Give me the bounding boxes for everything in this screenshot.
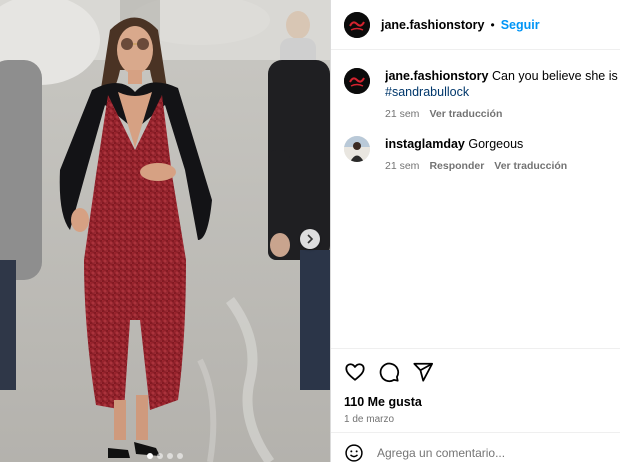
comment-item: instaglamday Gorgeous 21 sem Responder V…	[344, 136, 620, 172]
author-username[interactable]: jane.fashionstory	[381, 18, 485, 32]
post-header: jane.fashionstory • Seguir	[331, 0, 620, 50]
comment-text: Can you believe she is 60 years	[491, 69, 620, 83]
fashion-logo-icon	[344, 68, 370, 94]
hashtag-link[interactable]: #sandrabullock	[385, 84, 620, 100]
street-photo-scene	[0, 0, 330, 462]
caption-comment: jane.fashionstory Can you believe she is…	[344, 68, 620, 120]
comment-body: jane.fashionstory Can you believe she is…	[385, 68, 620, 120]
carousel-dot	[157, 453, 163, 459]
comment-body: instaglamday Gorgeous 21 sem Responder V…	[385, 136, 620, 172]
comment-text-line: jane.fashionstory Can you believe she is…	[385, 68, 620, 84]
comment-meta: 21 sem Ver traducción	[385, 108, 620, 120]
comment-username[interactable]: instaglamday	[385, 137, 465, 151]
comment-username[interactable]: jane.fashionstory	[385, 69, 489, 83]
reply-link[interactable]: Responder	[429, 160, 484, 172]
likes-count[interactable]: 110 Me gusta	[331, 395, 620, 409]
carousel-dot	[177, 453, 183, 459]
add-comment-bar	[331, 432, 620, 462]
translate-link[interactable]: Ver traducción	[429, 108, 502, 120]
comment-time[interactable]: 21 sem	[385, 160, 419, 172]
post-actions: 110 Me gusta 1 de marzo	[331, 348, 620, 425]
post-date[interactable]: 1 de marzo	[331, 414, 620, 425]
comment-text-line: instaglamday Gorgeous	[385, 136, 620, 152]
carousel-indicator	[0, 453, 330, 459]
fashion-logo-icon	[344, 11, 370, 38]
share-icon[interactable]	[412, 361, 434, 383]
chevron-right-icon	[307, 234, 314, 244]
carousel-dot	[167, 453, 173, 459]
comment-meta: 21 sem Responder Ver traducción	[385, 160, 620, 172]
heart-icon[interactable]	[344, 361, 366, 383]
comment-input[interactable]	[377, 445, 577, 460]
commenter-avatar[interactable]	[344, 136, 370, 162]
follow-button[interactable]: Seguir	[501, 18, 540, 32]
carousel-next-button[interactable]	[300, 229, 320, 249]
comment-text: Gorgeous	[468, 137, 524, 151]
carousel-dot-active	[147, 453, 153, 459]
author-avatar[interactable]	[344, 11, 370, 38]
emoji-icon[interactable]	[344, 443, 364, 462]
commenter-avatar[interactable]	[344, 68, 370, 94]
comment-icon[interactable]	[378, 361, 400, 383]
post-side-panel: jane.fashionstory • Seguir jane.fashions…	[330, 0, 620, 462]
comment-time[interactable]: 21 sem	[385, 108, 419, 120]
post-photo[interactable]	[0, 0, 330, 462]
translate-link[interactable]: Ver traducción	[494, 160, 567, 172]
separator-dot: •	[490, 17, 495, 32]
action-icons	[331, 349, 620, 391]
profile-photo-icon	[344, 136, 370, 162]
comments-list: jane.fashionstory Can you believe she is…	[331, 50, 620, 348]
instagram-post-modal: jane.fashionstory • Seguir jane.fashions…	[0, 0, 620, 462]
